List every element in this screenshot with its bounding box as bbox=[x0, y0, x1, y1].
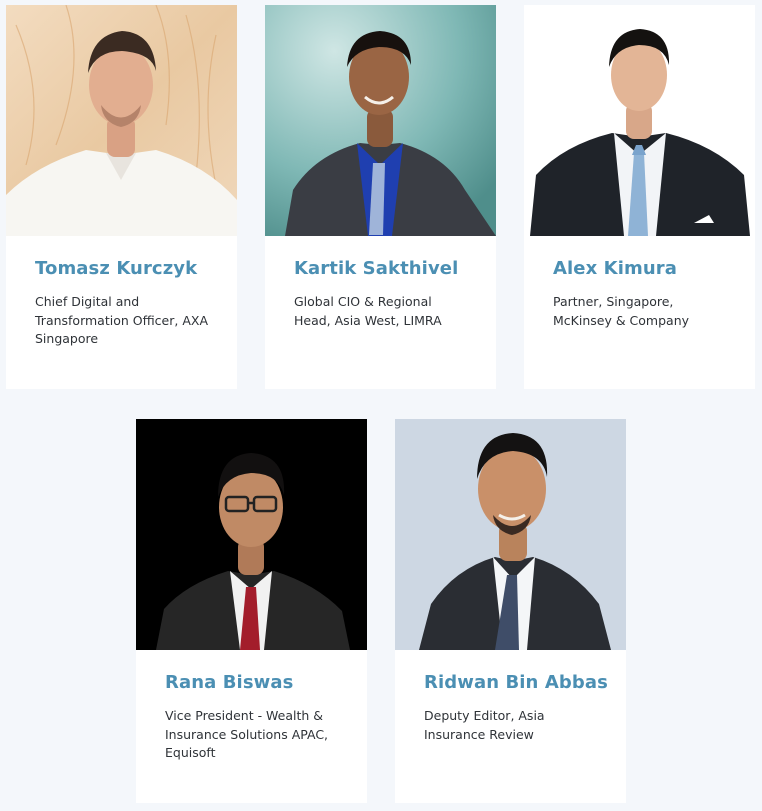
portrait-image bbox=[136, 419, 367, 650]
speaker-title: Chief Digital and Transformation Officer… bbox=[35, 294, 208, 346]
portrait-image bbox=[524, 5, 755, 236]
speaker-photo bbox=[265, 5, 496, 236]
speaker-name[interactable]: Kartik Sakthivel bbox=[294, 258, 470, 279]
speaker-name[interactable]: Ridwan Bin Abbas bbox=[424, 672, 608, 693]
speaker-name[interactable]: Tomasz Kurczyk bbox=[35, 258, 211, 279]
speaker-name[interactable]: Rana Biswas bbox=[165, 672, 341, 693]
speaker-card-kartik-sakthivel[interactable]: Kartik Sakthivel Global CIO & Regional H… bbox=[265, 5, 496, 389]
speaker-title: Deputy Editor, Asia Insurance Review bbox=[424, 708, 545, 742]
speaker-title: Partner, Singapore, McKinsey & Company bbox=[553, 294, 690, 328]
portrait-image bbox=[265, 5, 496, 236]
speaker-photo bbox=[6, 5, 237, 236]
speaker-title: Global CIO & Regional Head, Asia West, L… bbox=[294, 294, 442, 328]
speaker-card-ridwan-bin-abbas[interactable]: Ridwan Bin Abbas Deputy Editor, Asia Ins… bbox=[395, 419, 626, 803]
speaker-card-rana-biswas[interactable]: Rana Biswas Vice President - Wealth & In… bbox=[136, 419, 367, 803]
portrait-image bbox=[395, 419, 626, 650]
speaker-name[interactable]: Alex Kimura bbox=[553, 258, 729, 279]
speaker-card-alex-kimura[interactable]: Alex Kimura Partner, Singapore, McKinsey… bbox=[524, 5, 755, 389]
portrait-image bbox=[6, 5, 237, 236]
speaker-photo bbox=[136, 419, 367, 650]
speaker-title: Vice President - Wealth & Insurance Solu… bbox=[165, 708, 329, 760]
speaker-photo bbox=[524, 5, 755, 236]
speaker-photo bbox=[395, 419, 626, 650]
speaker-card-tomasz-kurczyk[interactable]: Tomasz Kurczyk Chief Digital and Transfo… bbox=[6, 5, 237, 389]
